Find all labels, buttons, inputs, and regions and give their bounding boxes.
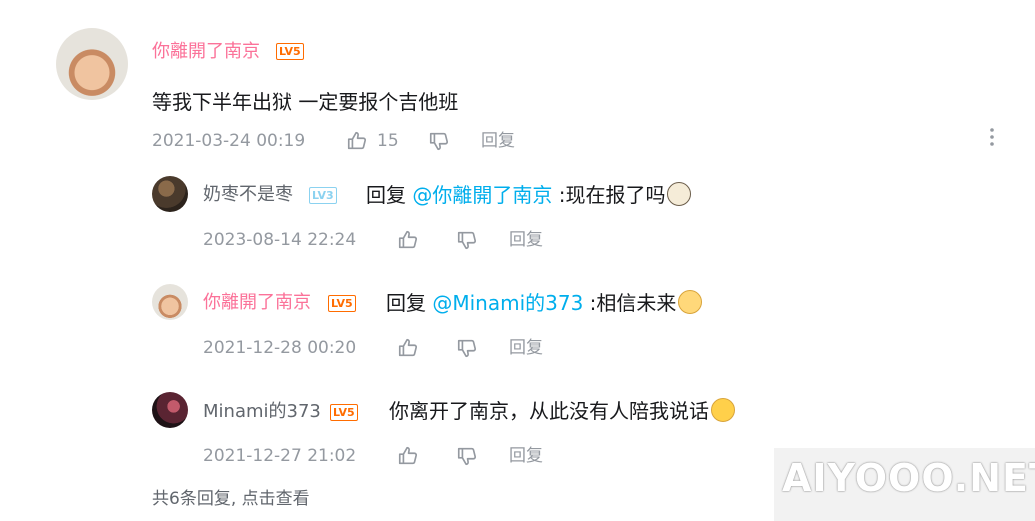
blush-emoji-icon [678, 290, 703, 314]
reply-prefix: 回复 [366, 183, 413, 207]
reply-body: 你离开了南京，从此没有人陪我说话 [389, 399, 709, 423]
avatar[interactable] [152, 392, 188, 428]
mention-link[interactable]: @你離開了南京 [412, 183, 552, 207]
watermark-text: AIYOOO.NET [782, 456, 1035, 500]
level-badge: LV5 [328, 295, 356, 312]
thumbs-down-icon[interactable] [428, 130, 450, 152]
thumbs-up-icon[interactable] [397, 445, 419, 467]
reply-text: 你离开了南京，从此没有人陪我说话 [389, 397, 735, 425]
level-badge: LV5 [276, 43, 304, 60]
username[interactable]: Minami的373 [203, 400, 321, 424]
level-badge: LV3 [309, 187, 337, 204]
thumbs-down-icon[interactable] [456, 229, 478, 251]
reply-text: 回复 @Minami的373 :相信未来 [386, 289, 703, 317]
comment-time: 2021-12-27 21:02 [203, 446, 357, 466]
reply-prefix: 回复 [386, 291, 433, 315]
view-more-replies-link[interactable]: 共6条回复, 点击查看 [152, 488, 310, 510]
level-badge: LV5 [330, 404, 358, 421]
username[interactable]: 奶枣不是枣 [203, 183, 293, 207]
reply-body: :相信未来 [583, 291, 677, 315]
watermark: AIYOOO.NET [774, 448, 1035, 521]
avatar[interactable] [152, 176, 188, 212]
thumbs-down-icon[interactable] [456, 337, 478, 359]
avatar[interactable] [152, 284, 188, 320]
comment-time: 2021-03-24 00:19 [152, 131, 306, 151]
reply-button[interactable]: 回复 [509, 337, 543, 359]
thumbs-up-icon[interactable] [397, 229, 419, 251]
thumbs-up-icon[interactable] [346, 130, 368, 152]
reply-button[interactable]: 回复 [509, 445, 543, 467]
like-count: 15 [377, 131, 399, 151]
reply-text: 回复 @你離開了南京 :现在报了吗 [366, 181, 692, 209]
reply-body: :现在报了吗 [552, 183, 666, 207]
username[interactable]: 你離開了南京 [203, 291, 311, 315]
avatar[interactable] [56, 28, 128, 100]
comment-time: 2023-08-14 22:24 [203, 230, 357, 250]
thumbs-up-icon[interactable] [397, 337, 419, 359]
reply-button[interactable]: 回复 [509, 229, 543, 251]
laugh-emoji-icon [711, 398, 735, 422]
mention-link[interactable]: @Minami的373 [432, 291, 583, 315]
comment-text: 等我下半年出狱 一定要报个吉他班 [152, 90, 459, 114]
dog-emoji-icon [667, 182, 692, 206]
comment-time: 2021-12-28 00:20 [203, 338, 357, 358]
more-menu-icon[interactable] [984, 126, 1000, 148]
reply-button[interactable]: 回复 [481, 130, 515, 152]
thumbs-down-icon[interactable] [456, 445, 478, 467]
username[interactable]: 你離開了南京 [152, 40, 260, 64]
